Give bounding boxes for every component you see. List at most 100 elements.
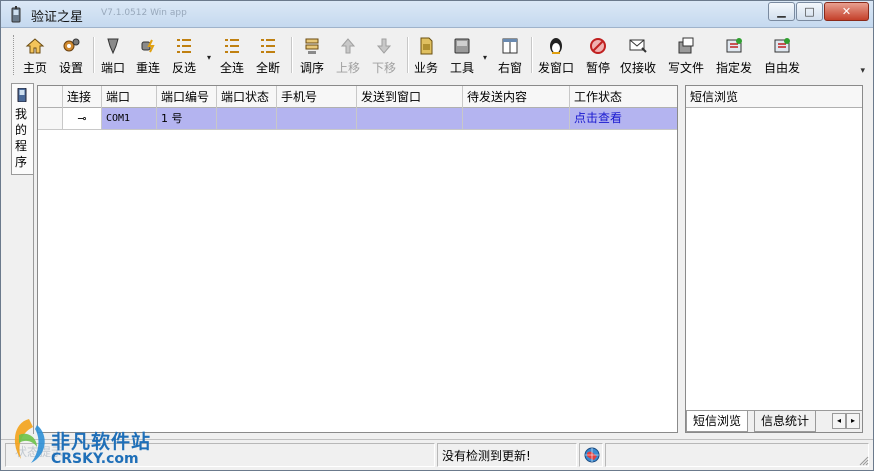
- port-button[interactable]: 端口: [99, 34, 127, 76]
- send-specific-button[interactable]: 指定发: [715, 34, 753, 76]
- row-indicator[interactable]: [38, 108, 63, 129]
- connect-all-button[interactable]: 全连: [217, 34, 247, 76]
- settings-button[interactable]: 设置: [57, 34, 85, 76]
- tools-label: 工具: [449, 61, 474, 75]
- tab-sms-browse[interactable]: 短信浏览: [686, 411, 749, 432]
- write-file-label: 写文件: [667, 61, 704, 75]
- toolbar-separator: [531, 37, 533, 73]
- title-faint-text: V7.1.0512 Win app: [101, 8, 187, 18]
- reconnect-label: 重连: [135, 61, 160, 75]
- tab-info-stats[interactable]: 信息统计: [754, 411, 817, 432]
- table-row[interactable]: ⊸ COM1 1 号 点击查看: [38, 108, 677, 130]
- column-header-pending-content[interactable]: 待发送内容: [463, 86, 570, 108]
- app-icon: [11, 6, 21, 23]
- column-header-port[interactable]: 端口: [102, 86, 157, 108]
- penguin-icon: [550, 38, 562, 54]
- close-button[interactable]: ✕: [824, 2, 869, 21]
- invert-dropdown-arrow[interactable]: ▾: [207, 53, 211, 62]
- sms-browser-panel[interactable]: 短信浏览 短信浏览 信息统计 ◂ ▸: [685, 85, 863, 433]
- port-label: 端口: [100, 61, 125, 75]
- settings-label: 设置: [58, 61, 83, 75]
- right-window-button[interactable]: 右窗: [495, 34, 525, 76]
- phone-icon: [17, 88, 27, 102]
- column-header-port-number[interactable]: 端口编号: [157, 86, 217, 108]
- right-panel-tabs: 短信浏览 信息统计 ◂ ▸: [686, 410, 862, 432]
- tools-dropdown-arrow[interactable]: ▾: [483, 53, 487, 62]
- toolbar-separator: [291, 37, 293, 73]
- sim-icon: [420, 37, 433, 55]
- move-down-label: 下移: [371, 61, 396, 75]
- right-window-label: 右窗: [497, 61, 522, 75]
- column-header-connect[interactable]: 连接: [63, 86, 102, 108]
- home-icon: [25, 38, 45, 54]
- port-status-cell[interactable]: [217, 108, 277, 129]
- list-x-icon: [261, 39, 275, 53]
- side-divider: [33, 83, 34, 434]
- move-up-button[interactable]: 上移: [333, 34, 363, 76]
- home-button[interactable]: 主页: [21, 34, 49, 76]
- column-header-phone[interactable]: 手机号: [277, 86, 357, 108]
- minimize-button[interactable]: ▁: [768, 2, 795, 21]
- tools-button[interactable]: 工具: [447, 34, 477, 76]
- column-header-port-status[interactable]: 端口状态: [217, 86, 277, 108]
- receive-only-button[interactable]: 仅接收: [619, 34, 657, 76]
- logo-english-text: CRSKY.com: [51, 451, 139, 467]
- status-pane-extra: [605, 443, 869, 467]
- plug-icon: [141, 39, 155, 53]
- arrow-down-icon: [376, 38, 392, 54]
- main-window: 验证之星 V7.1.0512 Win app ▁ □ ✕ 主页 设置 端口 重连: [0, 0, 874, 471]
- gear-icon: [63, 38, 80, 52]
- port-cell[interactable]: COM1: [102, 108, 157, 129]
- disconnect-all-button[interactable]: 全断: [253, 34, 283, 76]
- send-window-label: 发窗口: [537, 61, 574, 75]
- move-down-button[interactable]: 下移: [369, 34, 399, 76]
- tab-my-programs[interactable]: 我的程序: [11, 83, 33, 175]
- business-label: 业务: [413, 61, 438, 75]
- tab-scroll-left-icon[interactable]: ◂: [832, 413, 846, 429]
- write-file-icon: [678, 37, 694, 54]
- title-bar[interactable]: 验证之星 V7.1.0512 Win app ▁ □ ✕: [1, 1, 873, 28]
- phone-cell[interactable]: [277, 108, 357, 129]
- toolbox-icon: [454, 38, 470, 54]
- reconnect-button[interactable]: 重连: [133, 34, 163, 76]
- send-free-label: 自由发: [763, 61, 800, 75]
- toolbar-overflow-button[interactable]: ▾: [860, 66, 865, 76]
- globe-icon[interactable]: [584, 447, 600, 463]
- send-specific-label: 指定发: [715, 61, 752, 75]
- reorder-button[interactable]: 调序: [297, 34, 327, 76]
- send-window-cell[interactable]: [357, 108, 463, 129]
- reorder-icon: [305, 38, 319, 54]
- toolbar-separator: [93, 37, 95, 73]
- port-icon: [107, 38, 119, 55]
- tab-scroll-right-icon[interactable]: ▸: [846, 413, 860, 429]
- port-number-cell[interactable]: 1 号: [157, 108, 217, 129]
- update-status: 没有检测到更新!: [437, 443, 577, 467]
- port-grid[interactable]: 连接 端口 端口编号 端口状态 手机号 发送到窗口 待发送内容 工作状态 ⊸ C…: [37, 85, 678, 433]
- stop-icon: [590, 38, 606, 54]
- send-window-button[interactable]: 发窗口: [537, 34, 575, 76]
- business-button[interactable]: 业务: [411, 34, 441, 76]
- send-free-button[interactable]: 自由发: [763, 34, 801, 76]
- sms-browser-header: 短信浏览: [686, 86, 862, 108]
- column-header-indicator[interactable]: [38, 86, 63, 108]
- tab-scroll-arrows: ◂ ▸: [832, 413, 860, 429]
- write-file-button[interactable]: 写文件: [667, 34, 705, 76]
- maximize-button[interactable]: □: [796, 2, 823, 21]
- invert-select-button[interactable]: 反选: [169, 34, 199, 76]
- toolbar-grip[interactable]: [13, 35, 16, 75]
- toolbar: 主页 设置 端口 重连 反选 ▾ 全连 全断 调序 上移 下移 业务 工具 ▾ …: [11, 32, 867, 78]
- pause-button[interactable]: 暂停: [583, 34, 613, 76]
- connect-cell[interactable]: ⊸: [63, 108, 102, 129]
- crsky-watermark-logo: 非凡软件站 CRSKY.com: [3, 411, 163, 471]
- receive-only-label: 仅接收: [619, 61, 656, 75]
- receive-icon: [629, 39, 647, 53]
- logo-swirl-icon: [14, 419, 45, 463]
- send-free-icon: [774, 38, 790, 53]
- list-icon: [177, 39, 191, 53]
- resize-grip-icon[interactable]: [859, 456, 869, 466]
- work-status-link[interactable]: 点击查看: [570, 108, 677, 129]
- column-header-send-window[interactable]: 发送到窗口: [357, 86, 463, 108]
- pending-content-cell[interactable]: [463, 108, 570, 129]
- list-check-icon: [225, 39, 239, 53]
- column-header-work-status[interactable]: 工作状态: [570, 86, 677, 108]
